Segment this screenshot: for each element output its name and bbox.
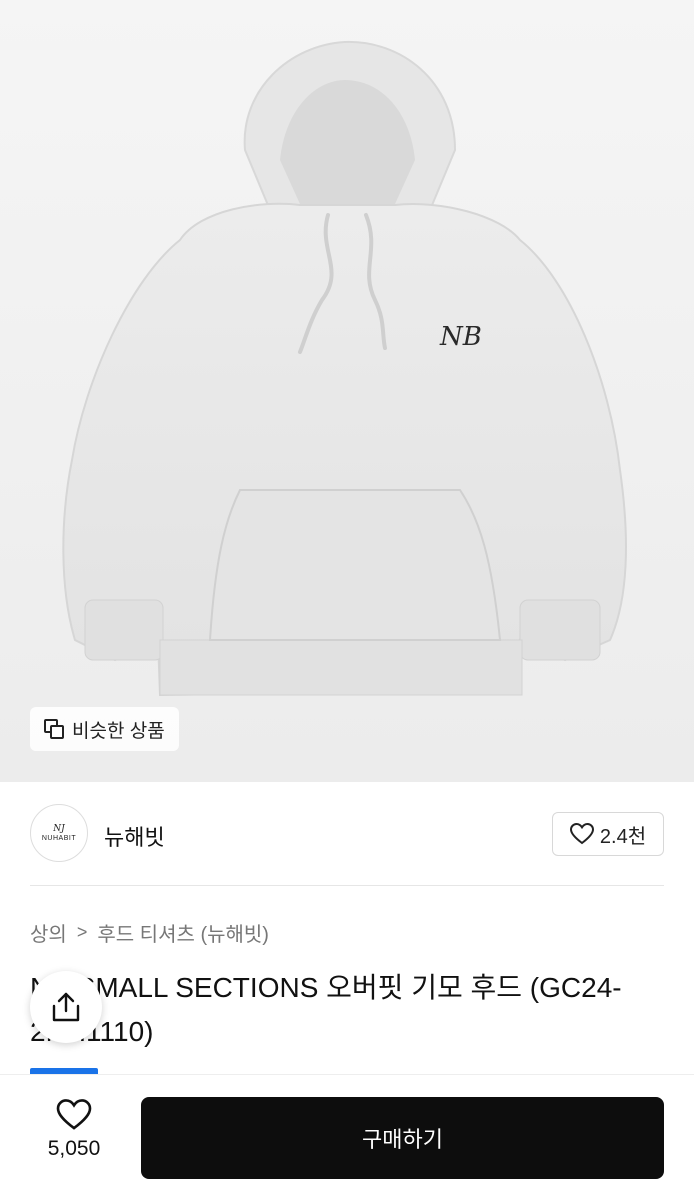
shop-like-count: 2.4천: [599, 825, 647, 848]
seller-name[interactable]: 뉴해빗: [104, 820, 165, 852]
share-button[interactable]: [30, 971, 102, 1043]
similar-products-label: 비슷한 상품: [72, 720, 165, 742]
product-image[interactable]: NB 비슷한 상품: [0, 0, 694, 782]
avatar-monogram: NJ: [53, 824, 65, 834]
divider: [30, 885, 664, 886]
wishlist-count: 5,050: [47, 1137, 101, 1160]
heart-outline-icon: [56, 1099, 92, 1130]
similar-products-button[interactable]: 비슷한 상품: [30, 707, 179, 751]
copy-squares-icon: [44, 719, 64, 739]
seller-avatar[interactable]: NJ NUHABIT: [30, 804, 88, 862]
shop-like-button[interactable]: 2.4천: [552, 812, 664, 856]
buy-button[interactable]: 구매하기: [141, 1097, 664, 1179]
hoodie-illustration: NB: [62, 40, 627, 697]
share-icon: [52, 992, 80, 1022]
breadcrumb-subcategory[interactable]: 후드 티셔츠 (뉴해빗): [97, 918, 269, 947]
breadcrumb: 상의 > 후드 티셔츠 (뉴해빗): [30, 918, 269, 947]
hoodie-logo: NB: [439, 322, 482, 352]
heart-outline-icon: [569, 823, 594, 845]
breadcrumb-category[interactable]: 상의: [30, 918, 67, 947]
seller-row[interactable]: NJ NUHABIT 뉴해빗 2.4천: [0, 782, 694, 887]
wishlist-button[interactable]: 5,050: [30, 1099, 118, 1161]
product-title: NB SMALL SECTIONS 오버핏 기모 후드 (GC24-2NH111…: [30, 972, 622, 1047]
avatar-brand: NUHABIT: [41, 835, 77, 842]
bottom-action-bar: 5,050 구매하기: [0, 1074, 694, 1200]
chevron-right-icon: >: [76, 922, 88, 942]
